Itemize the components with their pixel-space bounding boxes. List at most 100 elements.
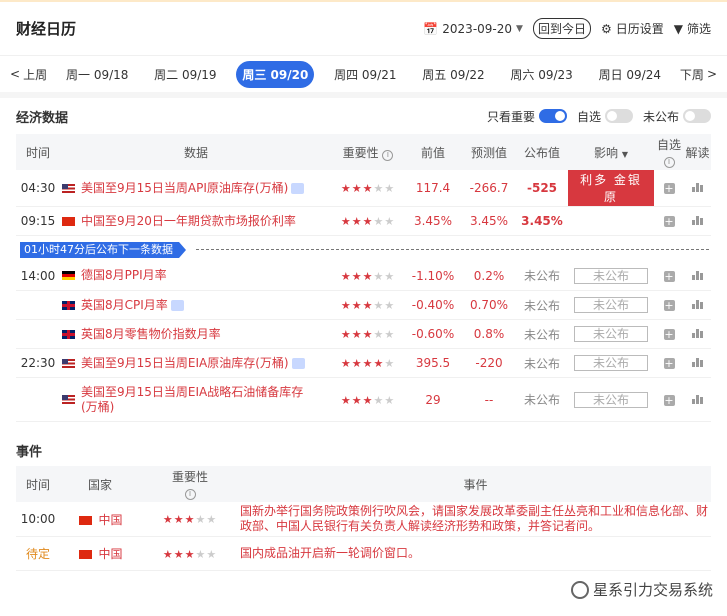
week-selector: < 上周 周一 09/18 周二 09/19 周三 09/20 周四 09/21 周五 … — [0, 56, 727, 98]
previous-value: 29 — [404, 377, 462, 422]
indicator-name[interactable]: 美国至9月15日当周EIA战略石油储备库存(万桶) — [81, 385, 311, 415]
econ-row[interactable]: 英国8月CPI月率 ★★★★★ -0.40% 0.70% 未公布 未公布 + — [16, 290, 711, 320]
indicator-name[interactable]: 英国8月零售物价指数月率 — [81, 327, 221, 342]
week-day-tab[interactable]: 周五 09/22 — [416, 61, 490, 88]
bar-chart-icon[interactable] — [692, 356, 703, 367]
bar-chart-icon[interactable] — [692, 269, 703, 280]
watch-cell: + — [654, 377, 684, 422]
row-time: 09:15 — [16, 206, 60, 236]
indicator-cell[interactable]: 美国至9月15日当周API原油库存(万桶) — [60, 170, 332, 207]
importance-cell: ★★★★★ — [332, 261, 404, 291]
toggle-switch-off[interactable] — [604, 109, 633, 123]
star-filled-icon: ★ — [173, 513, 185, 526]
indicator-cell[interactable]: 中国至9月20日一年期贷款市场报价利率 — [60, 206, 332, 236]
star-filled-icon: ★ — [362, 328, 374, 341]
indicator-name[interactable]: 美国至9月15日当周EIA原油库存(万桶) — [81, 356, 289, 371]
add-watch-icon[interactable]: + — [663, 329, 675, 340]
data-chip-icon[interactable] — [291, 357, 305, 369]
indicator-name[interactable]: 美国至9月15日当周API原油库存(万桶) — [81, 181, 288, 196]
bar-chart-icon[interactable] — [692, 393, 703, 404]
prev-week-button[interactable]: < 上周 — [10, 66, 56, 83]
unpublished-toggle[interactable]: 未公布 — [643, 108, 711, 125]
date-picker[interactable]: 📅 2023-09-20 ▼ — [423, 22, 523, 36]
interpret-cell — [684, 348, 711, 378]
event-text: 国内成品油开启新一轮调价窗口。 — [240, 536, 711, 571]
interpret-cell — [684, 319, 711, 349]
star-empty-icon: ★ — [373, 299, 385, 312]
toggle-switch-off[interactable] — [683, 109, 711, 123]
econ-row[interactable]: 09:15 中国至9月20日一年期贷款市场报价利率 ★★★★★ 3.45% 3.45% 3… — [16, 206, 711, 236]
star-empty-icon: ★ — [373, 328, 385, 341]
help-icon[interactable]: i — [184, 489, 196, 500]
watch-cell: + — [654, 170, 684, 207]
star-filled-icon: ★ — [351, 328, 363, 341]
econ-row[interactable]: 美国至9月15日当周EIA战略石油储备库存(万桶) ★★★★★ 29 -- 未公布 未公布… — [16, 377, 711, 422]
previous-value: 117.4 — [404, 170, 462, 207]
bar-chart-icon[interactable] — [692, 298, 703, 309]
econ-row[interactable]: 14:00 德国8月PPI月率 ★★★★★ -1.10% 0.2% 未公布 未公布 + — [16, 261, 711, 291]
indicator-cell[interactable]: 美国至9月15日当周EIA原油库存(万桶) — [60, 348, 332, 378]
notice-cell: 01小时47分后公布下一条数据 — [16, 236, 711, 262]
data-chip-icon[interactable] — [170, 299, 184, 311]
row-time: 22:30 — [16, 348, 60, 378]
star-filled-icon: ★ — [362, 215, 374, 228]
help-icon[interactable]: i — [663, 157, 675, 168]
star-empty-icon: ★ — [384, 299, 396, 312]
star-empty-icon: ★ — [373, 269, 385, 283]
week-day-tab[interactable]: 周三 09/20 — [236, 60, 315, 88]
calendar-icon: 📅 — [423, 21, 439, 36]
star-filled-icon: ★ — [362, 269, 374, 283]
col-impact[interactable]: 影响 ▼ — [568, 134, 654, 170]
help-icon[interactable]: i — [382, 149, 394, 161]
star-filled-icon: ★ — [362, 393, 374, 407]
row-time — [16, 290, 60, 320]
week-day-tab[interactable]: 周日 09/24 — [593, 61, 667, 88]
event-row[interactable]: 10:00 中国 ★★★★★ 国新办举行国务院政策例行吹风会，请国家发展改革委副主任丛… — [16, 502, 711, 537]
toggle-switch-on[interactable] — [538, 109, 567, 123]
add-watch-icon[interactable]: + — [663, 270, 675, 282]
bar-chart-icon[interactable] — [692, 327, 703, 338]
add-watch-icon[interactable]: + — [663, 358, 675, 369]
indicator-cell[interactable]: 英国8月零售物价指数月率 — [60, 319, 332, 349]
week-day-tab[interactable]: 周二 09/19 — [148, 61, 222, 88]
add-watch-icon[interactable]: + — [663, 183, 675, 194]
next-week-label: 下周 — [679, 67, 704, 82]
week-day-tab[interactable]: 周四 09/21 — [328, 61, 402, 88]
week-day-tab[interactable]: 周一 09/18 — [60, 61, 134, 88]
econ-row[interactable]: 英国8月零售物价指数月率 ★★★★★ -0.60% 0.8% 未公布 未公布 + — [16, 319, 711, 349]
event-row[interactable]: 待定 中国 ★★★★★ 国内成品油开启新一轮调价窗口。 — [16, 536, 711, 571]
forecast-value: -- — [462, 377, 516, 422]
week-day-tab[interactable]: 周六 09/23 — [504, 61, 578, 88]
col-data: 数据 — [60, 134, 332, 170]
indicator-cell[interactable]: 德国8月PPI月率 — [60, 261, 332, 291]
col-time: 时间 — [16, 134, 60, 170]
add-watch-icon[interactable]: + — [663, 394, 675, 406]
add-watch-icon[interactable]: + — [663, 300, 675, 311]
bar-chart-icon[interactable] — [692, 214, 703, 225]
data-chip-icon[interactable] — [291, 182, 305, 194]
important-only-toggle[interactable]: 只看重要 — [487, 108, 567, 125]
watch-cell: + — [654, 206, 684, 236]
calendar-settings-button[interactable]: ⚙ 日历设置 — [601, 20, 664, 37]
indicator-cell[interactable]: 美国至9月15日当周EIA战略石油储备库存(万桶) — [60, 377, 332, 422]
importance-stars: ★★★★★ — [341, 182, 395, 195]
star-filled-icon: ★ — [351, 269, 363, 283]
chevron-left-icon: < — [10, 67, 21, 81]
indicator-name[interactable]: 德国8月PPI月率 — [81, 268, 167, 283]
filter-button[interactable]: ▼ 筛选 — [674, 20, 711, 37]
indicator-name[interactable]: 英国8月CPI月率 — [81, 298, 168, 313]
econ-row[interactable]: 22:30 美国至9月15日当周EIA原油库存(万桶) ★★★★★ 395.5 -220… — [16, 348, 711, 378]
importance-stars: ★★★★★ — [341, 270, 395, 283]
bar-chart-icon[interactable] — [692, 181, 703, 192]
star-filled-icon: ★ — [340, 299, 352, 312]
indicator-name[interactable]: 中国至9月20日一年期贷款市场报价利率 — [81, 214, 296, 229]
econ-table: 时间 数据 重要性 i 前值 预测值 公布值 影响 ▼ 自选 i 解读 04:30… — [16, 134, 711, 422]
add-watch-icon[interactable]: + — [663, 216, 675, 227]
indicator-cell[interactable]: 英国8月CPI月率 — [60, 290, 332, 320]
impact-pending: 未公布 — [574, 326, 648, 342]
star-filled-icon: ★ — [362, 182, 374, 195]
next-week-button[interactable]: 下周 > — [671, 66, 717, 83]
econ-row[interactable]: 04:30 美国至9月15日当周API原油库存(万桶) ★★★★★ 117.4 -266… — [16, 170, 711, 207]
back-to-today-button[interactable]: 回到今日 — [532, 18, 591, 39]
watchlist-toggle[interactable]: 自选 — [577, 108, 633, 125]
